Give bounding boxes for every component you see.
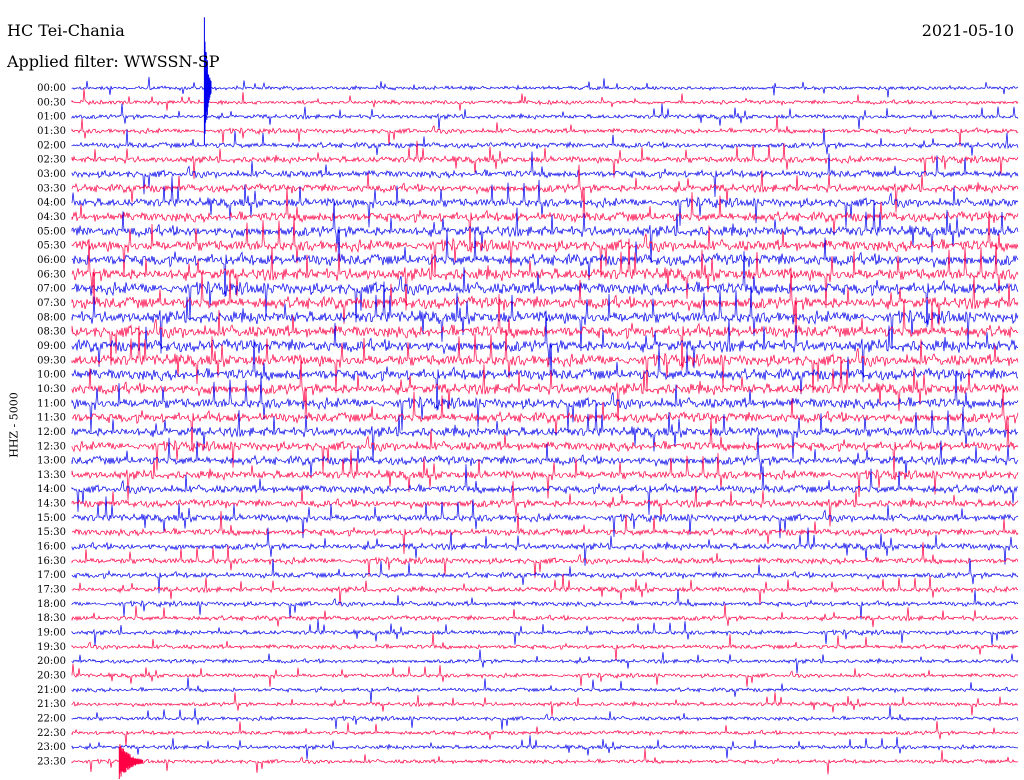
trace-row (71, 574, 1018, 606)
time-label: 08:00 (37, 312, 66, 323)
time-label: 04:00 (37, 198, 66, 209)
time-label: 13:00 (37, 456, 66, 467)
time-label: 13:30 (37, 470, 66, 481)
time-label: 05:00 (37, 226, 66, 237)
trace-row (71, 464, 1019, 515)
time-label: 21:00 (37, 685, 66, 696)
trace-row (71, 210, 1019, 278)
time-label: 01:30 (37, 126, 66, 137)
time-label: 06:00 (37, 255, 66, 266)
trace-row (71, 649, 1019, 674)
trace-lines (71, 17, 1019, 779)
filter-label: Applied filter: WWSSN-SP (7, 52, 220, 71)
trace-row (71, 186, 1019, 248)
time-label: 17:30 (37, 585, 66, 596)
time-label: 17:00 (37, 570, 66, 581)
trace-row (71, 633, 1019, 662)
time-label: 02:00 (37, 140, 66, 151)
trace-row (71, 103, 1019, 131)
event-burst (203, 17, 212, 145)
station-title: HC Tei-Chania (7, 21, 125, 40)
channel-label: HHZ - 5000 (7, 392, 21, 458)
time-label: 19:30 (37, 642, 66, 653)
time-label: 14:00 (37, 484, 66, 495)
trace-row (71, 417, 1019, 476)
trace-row (71, 403, 1018, 461)
time-label: 09:30 (37, 355, 66, 366)
time-label: 00:00 (37, 83, 66, 94)
trace-row (71, 735, 1018, 760)
trace-row (71, 339, 1019, 411)
trace-row (71, 663, 1019, 687)
trace-row (71, 176, 1019, 228)
time-label: 23:00 (37, 742, 66, 753)
time-label: 23:30 (37, 757, 66, 768)
time-label: 12:30 (37, 441, 66, 452)
trace-row (71, 748, 1018, 775)
time-label: 04:30 (37, 212, 66, 223)
time-label: 12:00 (37, 427, 66, 438)
time-label: 02:30 (37, 155, 66, 166)
time-labels: 00:00 00:30 01:00 01:30 02:00 02:30 03:00 03:30… (37, 83, 66, 768)
trace-row (71, 603, 1019, 628)
trace-row (71, 76, 1019, 98)
time-label: 10:00 (37, 370, 66, 381)
time-label: 15:30 (37, 527, 66, 538)
trace-row (71, 542, 1019, 578)
time-label: 03:00 (37, 169, 66, 180)
trace-row (71, 619, 1019, 646)
helicorder-plot: 00:00 00:30 01:00 01:30 02:00 02:30 03:00 03:30… (37, 17, 1019, 779)
time-label: 11:30 (37, 413, 66, 424)
time-label: 15:00 (37, 513, 66, 524)
trace-row (71, 200, 1019, 263)
trace-row (71, 510, 1019, 555)
trace-row (71, 705, 1019, 730)
time-label: 20:00 (37, 656, 66, 667)
trace-row (71, 588, 1019, 620)
time-label: 16:30 (37, 556, 66, 567)
time-label: 19:00 (37, 628, 66, 639)
time-label: 22:30 (37, 728, 66, 739)
time-label: 18:00 (37, 599, 66, 610)
trace-row (71, 434, 1019, 477)
date-label: 2021-05-10 (921, 21, 1014, 40)
time-label: 22:00 (37, 714, 66, 725)
trace-row (71, 692, 1019, 717)
event-burst (118, 744, 144, 779)
time-label: 00:30 (37, 97, 66, 108)
time-label: 11:00 (37, 398, 66, 409)
trace-row (71, 88, 1019, 111)
time-label: 06:30 (37, 269, 66, 280)
trace-row (71, 720, 1019, 746)
time-label: 07:30 (37, 298, 66, 309)
trace-row (71, 115, 1019, 147)
time-label: 16:00 (37, 542, 66, 553)
time-label: 07:00 (37, 284, 66, 295)
trace-row (71, 267, 1019, 326)
time-label: 03:30 (37, 183, 66, 194)
trace-row (71, 388, 1019, 450)
time-label: 20:30 (37, 671, 66, 682)
time-label: 01:00 (37, 112, 66, 123)
trace-row (71, 677, 1019, 703)
time-label: 05:30 (37, 241, 66, 252)
trace-row (71, 449, 1019, 501)
time-label: 09:00 (37, 341, 66, 352)
time-label: 14:30 (37, 499, 66, 510)
trace-row (71, 370, 1019, 433)
time-label: 21:30 (37, 699, 66, 710)
time-label: 10:30 (37, 384, 66, 395)
time-label: 18:30 (37, 613, 66, 624)
time-label: 08:30 (37, 327, 66, 338)
